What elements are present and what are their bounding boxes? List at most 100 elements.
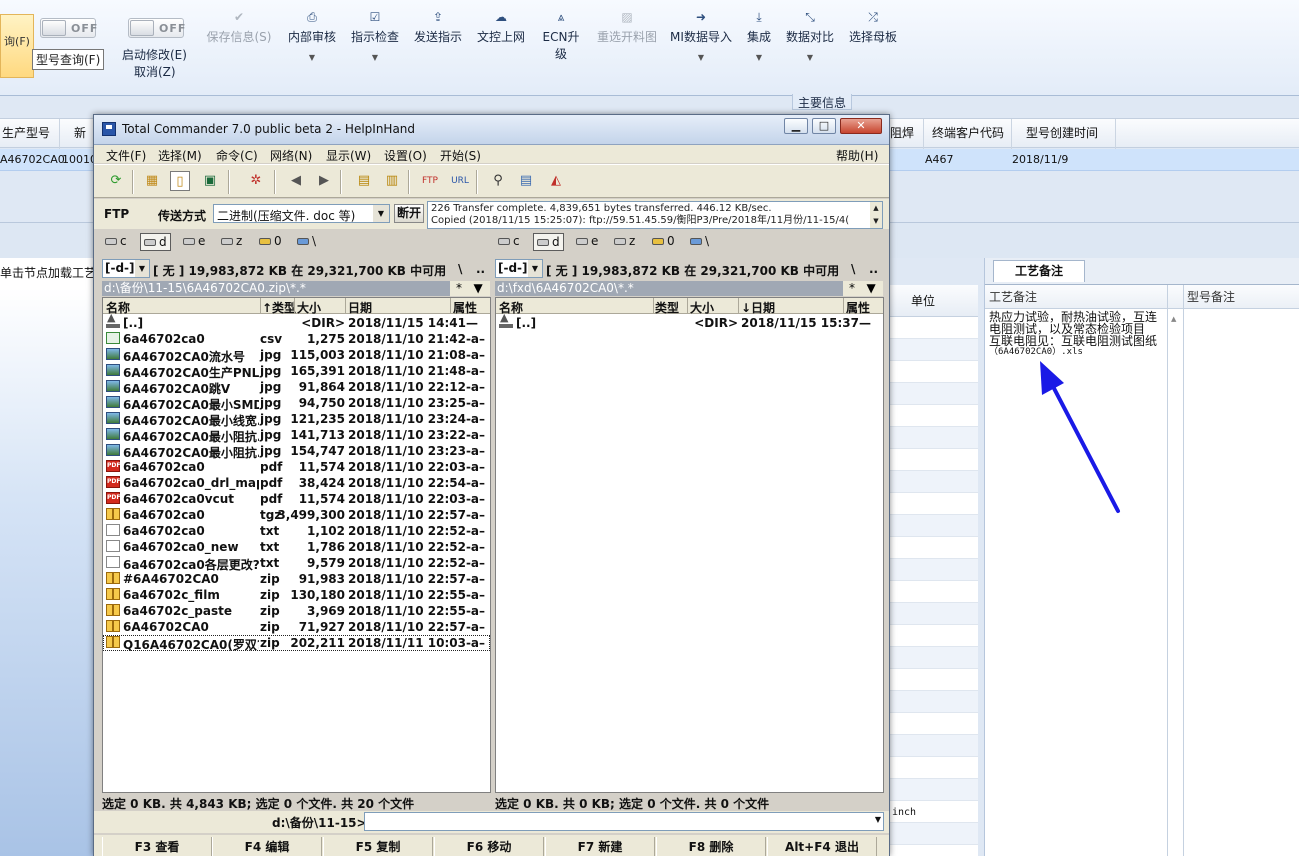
f7-new-button[interactable]: F7 新建 [545,837,655,856]
table-row[interactable] [889,647,978,669]
table-row[interactable] [889,779,978,801]
toggle-switch-1[interactable]: OFF [40,18,97,38]
table-row[interactable] [889,339,978,361]
transfer-mode-select[interactable]: 二进制(压缩文件. doc 等) ▼ [213,204,390,223]
history-button[interactable]: * ▼ [450,281,490,296]
multi-rename-icon[interactable]: ▤ [516,171,536,191]
menu-settings[interactable]: 设置(O) [384,147,427,164]
left-file-panel[interactable]: 名称 ↑类型 大小 日期 属性 [..] <DIR>2018/11/15 14:4… [102,297,491,793]
menu-network[interactable]: 网络(N) [270,147,312,164]
table-row[interactable] [889,537,978,559]
file-row[interactable]: 6a46702ca0_new txt 1,786 2018/11/10 22:52-a… [103,539,490,555]
table-row[interactable] [889,515,978,537]
file-row[interactable]: 6A46702CA0生产PNL?. jpg 165,391 2018/11/10 21… [103,363,490,380]
menu-select[interactable]: 选择(M) [158,147,202,164]
drive-c-button[interactable]: c [102,233,130,251]
minimize-button[interactable]: ▁ [784,118,808,134]
table-row[interactable] [889,383,978,405]
table-row[interactable] [889,493,978,515]
ftp-connect-icon[interactable]: FTP [420,171,440,191]
compare-icon[interactable]: ◭ [546,171,566,191]
table-row[interactable] [889,361,978,383]
file-row[interactable]: 6a46702ca0pdf11,5742018/11/10 22:03-a– [103,459,490,475]
menu-start[interactable]: 开始(S) [440,147,481,164]
col-date[interactable]: ↓日期 [741,299,775,316]
model-query-button[interactable]: 询(F) [0,14,34,78]
drive-z-button[interactable]: z [611,233,638,251]
close-button[interactable]: ✕ [840,118,882,134]
col-solder-mask[interactable]: 阻焊 [888,119,924,149]
history-button[interactable]: * ▼ [843,281,883,296]
search-icon[interactable]: ⚲ [488,171,508,191]
ribbon-button[interactable]: ✔ 保存信息(S) [204,10,274,80]
ribbon-button[interactable]: ⩓ ECN升级 [538,10,584,80]
file-row[interactable]: 6a46702ca0_drl_mappdf38,4242018/11/10 22… [103,475,490,491]
ribbon-button[interactable]: ☑ 指示检查 ▼ [350,10,400,80]
menu-view[interactable]: 显示(W) [326,147,371,164]
drive-z-button[interactable]: z [218,233,245,251]
file-row[interactable]: 6a46702ca0 tgz 3,499,300 2018/11/10 22:57-a… [103,507,490,523]
log-scrollbar[interactable]: ▲ ▼ [870,202,882,228]
refresh-icon[interactable]: ⟳ [106,171,126,191]
col-model-remark[interactable]: 型号备注 [1183,285,1299,309]
file-row[interactable]: 6A46702CA0 zip 71,927 2018/11/10 22:57-a– [103,619,490,635]
ribbon-button[interactable]: ☁ 文控上网 [476,10,526,80]
toggle-switch-2[interactable]: OFF [128,18,185,38]
col-attr[interactable]: 属性 [453,299,477,316]
table-row[interactable] [889,669,978,691]
f6-move-button[interactable]: F6 移动 [434,837,544,856]
cancel-button[interactable]: 取消(Z) [134,63,176,80]
tab-process-remark[interactable]: 工艺备注 [993,260,1085,282]
col-attr[interactable]: 属性 [846,299,870,316]
f5-copy-button[interactable]: F5 复制 [323,837,433,856]
table-row[interactable] [889,471,978,493]
parent-button[interactable]: .. [869,262,878,276]
left-current-path[interactable]: d:\备份\11-15\6A46702CA0.zip\*.* * ▼ [102,281,490,296]
menu-help[interactable]: 帮助(H) [836,147,878,164]
file-row[interactable]: 6a46702ca0 txt 1,102 2018/11/10 22:52-a– [103,523,490,539]
table-row[interactable] [889,691,978,713]
tree-panel[interactable]: 单击节点加载工艺 [0,258,96,856]
f8-delete-button[interactable]: F8 删除 [656,837,766,856]
col-model-create-time[interactable]: 型号创建时间 [1012,119,1116,149]
table-row[interactable] [889,449,978,471]
file-row[interactable]: [..] <DIR>2018/11/15 15:37— [496,311,883,331]
file-row[interactable]: 6A46702CA0跳V jpg 91,864 2018/11/10 22:12-a– [103,379,490,396]
root-button[interactable]: \ [851,262,855,276]
table-row[interactable] [889,757,978,779]
file-row[interactable]: 6A46702CA0最小SMD.. jpg 94,750 2018/11/10 23:… [103,395,490,412]
scroll-up-icon[interactable]: ▲ [1171,315,1176,323]
start-modify-button[interactable]: 启动修改(E) [122,46,187,63]
col-date[interactable]: 日期 [348,299,372,316]
col-size[interactable]: 大小 [297,299,321,316]
ftp-url-icon[interactable]: URL [450,171,470,191]
drive-c-button[interactable]: c [495,233,523,251]
table-row[interactable] [889,405,978,427]
drive-d-button[interactable]: d [140,233,171,251]
right-current-path[interactable]: d:\fxd\6A46702CA0\*.* * ▼ [495,281,883,296]
drive-e-button[interactable]: e [573,233,601,251]
ribbon-button[interactable]: ▨ 重选开料图 [596,10,658,80]
maximize-button[interactable]: □ [812,118,836,134]
table-row[interactable] [889,603,978,625]
menu-file[interactable]: 文件(F) [106,147,146,164]
file-row[interactable]: 6A46702CA0最小阻抗.. jpg 154,747 2018/11/10 23:… [103,443,490,460]
drive-e-button[interactable]: e [180,233,208,251]
drive-d-button[interactable]: d [533,233,564,251]
file-row[interactable]: #6A46702CA0 zip 91,983 2018/11/10 22:57-a– [103,571,490,587]
file-row[interactable]: Q16A46702CA0(罗双?. zip 202,211 2018/11/11 10… [103,635,490,652]
table-row[interactable] [889,427,978,449]
f4-edit-button[interactable]: F4 编辑 [212,837,322,856]
ribbon-button[interactable]: ⤡ 数据对比 ▼ [784,10,836,80]
f3-view-button[interactable]: F3 查看 [102,837,212,856]
drive-0-button[interactable]: 0 [649,233,678,251]
ftp-log[interactable]: 226 Transfer complete. 4,839,651 bytes t… [427,201,883,229]
process-remark-cell[interactable]: 热应力试验，耐热油试验，互连 电阻测试，以及常态检验项目 互联电阻见：互联电阻测… [989,311,1171,358]
col-production-model[interactable]: 生产型号 [0,119,60,149]
file-row[interactable]: 6a46702c_film zip 130,180 2018/11/10 22:55-… [103,587,490,603]
drive-0-button[interactable]: 0 [256,233,285,251]
ribbon-button[interactable]: ➜ MI数据导入 ▼ [670,10,732,80]
right-file-panel[interactable]: 名称 类型 大小 ↓日期 属性 [..] <DIR>2018/11/15 15:3… [495,297,884,793]
total-commander-window[interactable]: Total Commander 7.0 public beta 2 - Help… [93,114,890,856]
network-root-button[interactable]: \ [294,233,319,251]
